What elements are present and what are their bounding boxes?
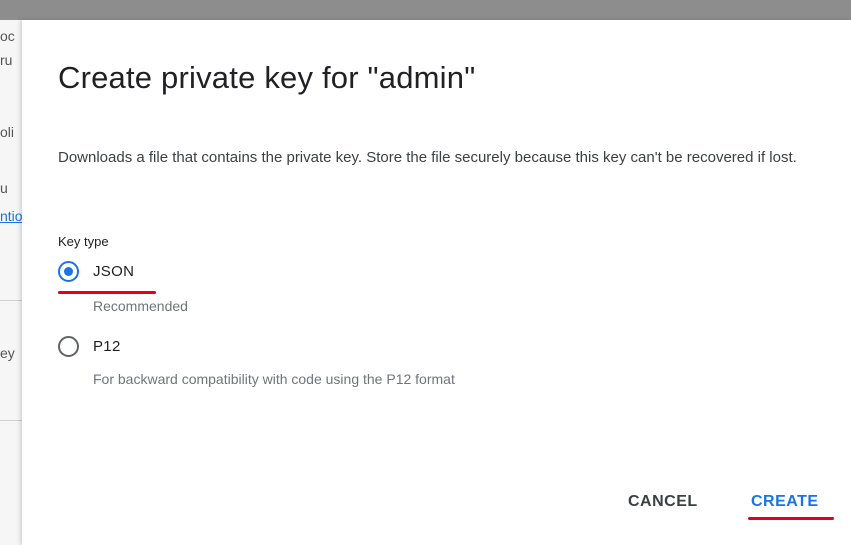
dialog-title: Create private key for "admin" [58,60,476,95]
cancel-button[interactable]: CANCEL [628,493,698,511]
background-text: oc [0,28,15,44]
dialog-description: Downloads a file that contains the priva… [58,149,797,166]
background-divider [0,420,22,421]
key-type-label: Key type [58,234,109,249]
radio-helper-json: Recommended [93,298,188,314]
radio-unchecked-icon[interactable] [58,336,79,357]
red-annotation-underline [58,291,156,294]
create-key-dialog: Create private key for "admin" Downloads… [22,20,851,545]
radio-label-p12[interactable]: P12 [93,338,121,355]
modal-scrim[interactable] [0,0,851,20]
radio-label-json[interactable]: JSON [93,263,134,280]
background-text: oli [0,124,15,140]
radio-option-json[interactable]: JSON [58,261,134,282]
radio-option-p12[interactable]: P12 [58,336,121,357]
background-divider [0,300,22,301]
red-annotation-underline [748,517,834,520]
background-text: ru [0,52,13,68]
background-text: u [0,180,8,196]
background-text: ey [0,345,15,361]
page: oc ru oli u ntio ey Create private key f… [0,0,851,545]
radio-checked-icon[interactable] [58,261,79,282]
background-link[interactable]: ntio [0,208,22,224]
background-page: oc ru oli u ntio ey [0,0,22,545]
create-button[interactable]: CREATE [751,493,819,511]
radio-helper-p12: For backward compatibility with code usi… [93,371,455,387]
